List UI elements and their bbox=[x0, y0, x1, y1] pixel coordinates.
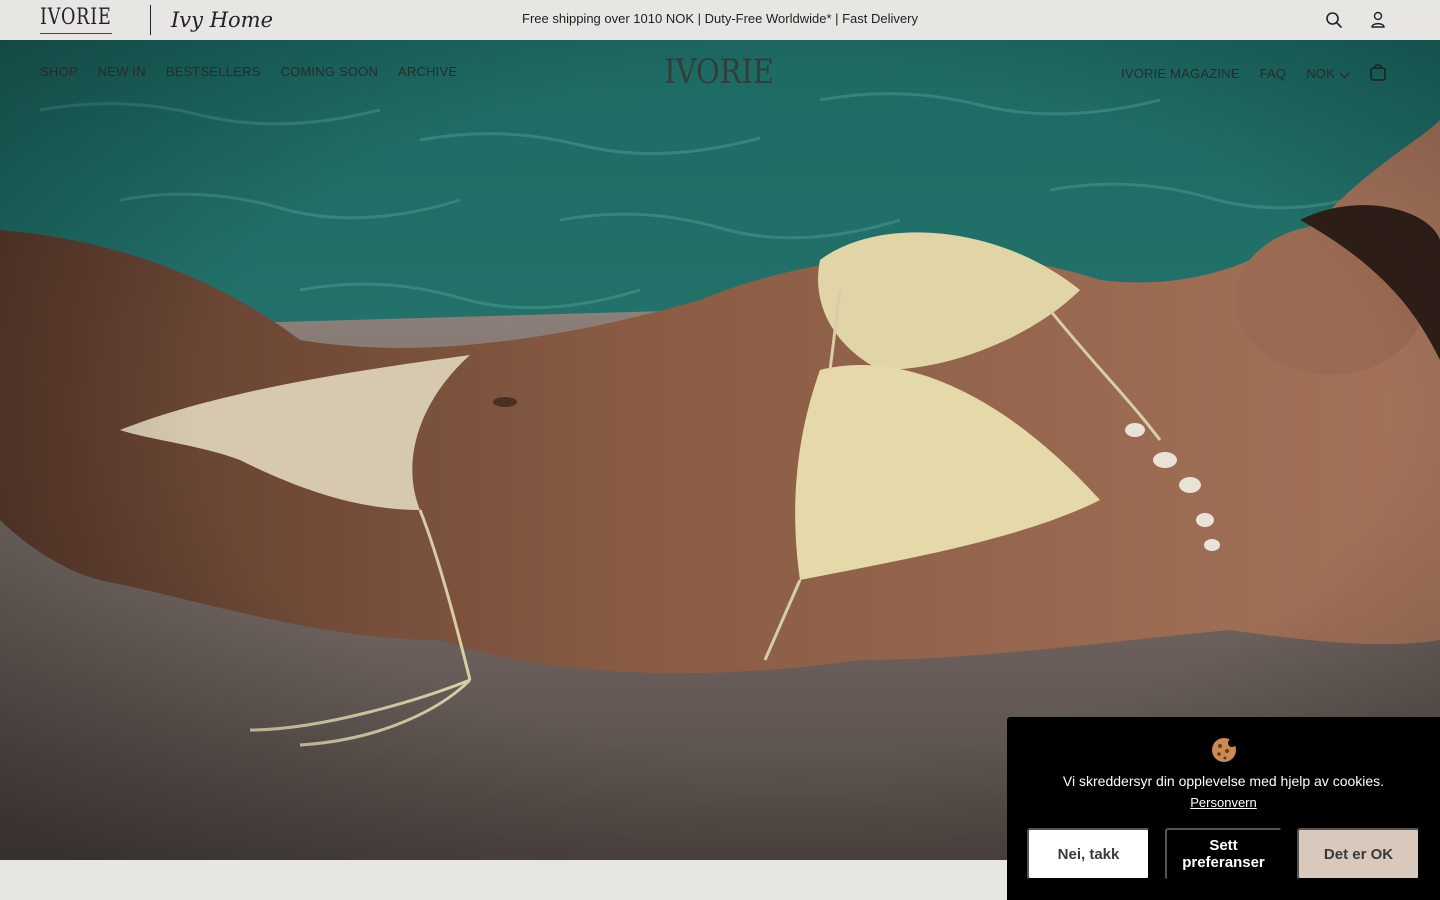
cookie-message: Vi skreddersyr din opplevelse med hjelp … bbox=[1062, 773, 1385, 789]
nav-ivorie-magazine[interactable]: IVORIE MAGAZINE bbox=[1121, 66, 1240, 81]
cookie-icon bbox=[1210, 736, 1238, 768]
nav-faq[interactable]: FAQ bbox=[1260, 66, 1287, 81]
decline-cookies-button[interactable]: Nei, takk bbox=[1027, 828, 1150, 880]
nav-bestsellers[interactable]: BESTSELLERS bbox=[166, 64, 261, 79]
nav-coming-soon[interactable]: COMING SOON bbox=[281, 64, 379, 79]
nav-shop[interactable]: SHOP bbox=[40, 64, 78, 79]
nav-archive[interactable]: ARCHIVE bbox=[398, 64, 457, 79]
currency-label: NOK bbox=[1306, 66, 1335, 81]
ivy-home-logo[interactable]: Ivy Home bbox=[171, 8, 273, 32]
cookie-banner: Vi skreddersyr din opplevelse med hjelp … bbox=[1007, 717, 1440, 900]
brand-switcher: IVORIE Ivy Home bbox=[40, 4, 273, 36]
accept-cookies-button[interactable]: Det er OK bbox=[1297, 828, 1420, 880]
main-nav: SHOP NEW IN BESTSELLERS COMING SOON ARCH… bbox=[40, 64, 457, 79]
top-bar: IVORIE Ivy Home Free shipping over 1010 … bbox=[0, 0, 1440, 40]
currency-selector[interactable]: NOK bbox=[1306, 64, 1350, 83]
chevron-down-icon bbox=[1339, 64, 1350, 83]
privacy-link[interactable]: Personvern bbox=[1007, 795, 1440, 810]
shopping-bag-icon[interactable] bbox=[1369, 62, 1387, 86]
secondary-nav: IVORIE MAGAZINE FAQ NOK bbox=[1121, 64, 1350, 83]
brand-divider bbox=[150, 5, 151, 35]
ivorie-logo[interactable]: IVORIE bbox=[664, 52, 774, 92]
cookie-preferences-button[interactable]: Sett preferanser bbox=[1165, 828, 1282, 880]
account-icon[interactable] bbox=[1368, 10, 1388, 30]
ivorie-logo-small[interactable]: IVORIE bbox=[40, 6, 112, 34]
nav-new-in[interactable]: NEW IN bbox=[98, 64, 146, 79]
search-icon[interactable] bbox=[1324, 10, 1344, 30]
